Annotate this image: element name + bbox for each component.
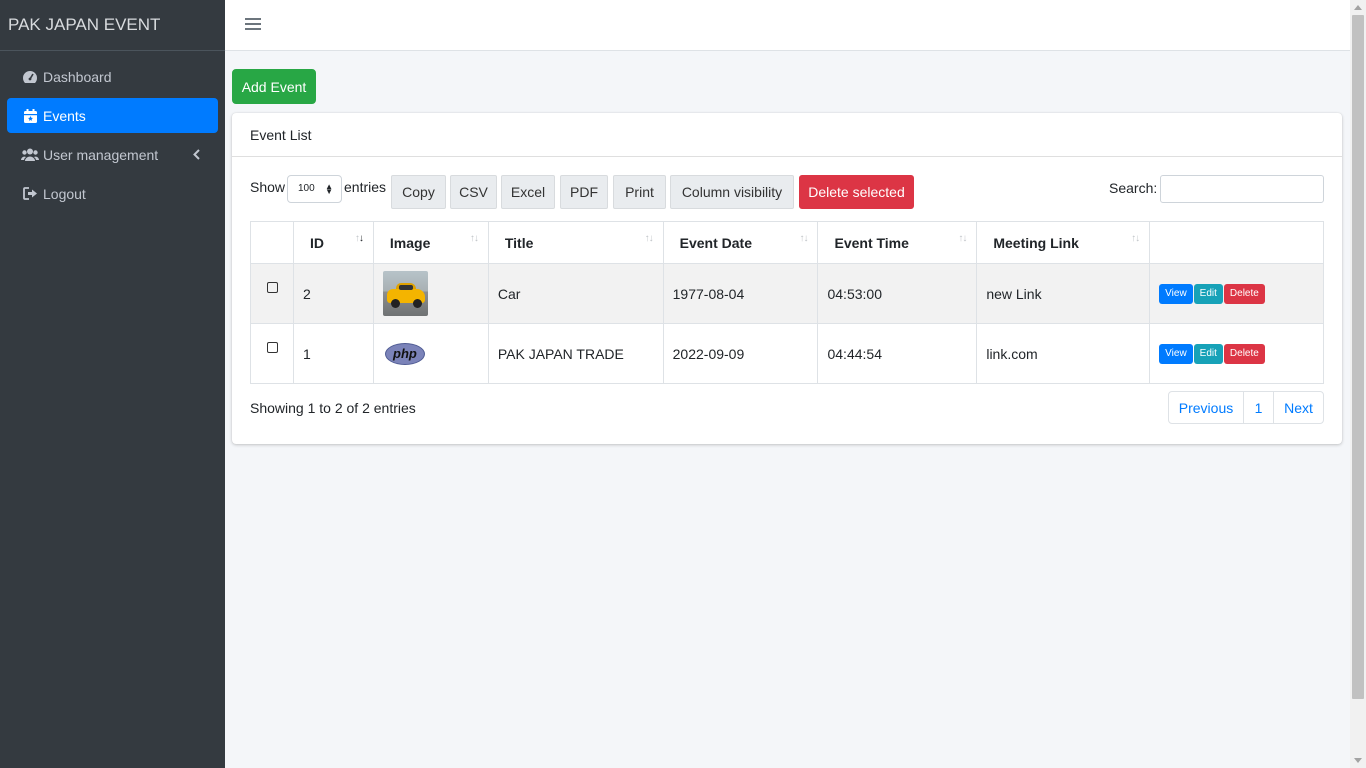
sort-icon[interactable]: ↑↓ [958,233,967,244]
sort-icon[interactable]: ↑↓ [645,233,654,244]
print-button[interactable]: Print [613,175,666,209]
delete-button[interactable]: Delete [1223,283,1265,304]
add-event-button[interactable]: Add Event [232,69,316,104]
sidebar-item-dashboard[interactable]: Dashboard [7,59,218,94]
table-header-row: ID ↑↓ Image ↑↓ Title ↑↓ Event Date ↑↓ Ev… [250,221,1324,264]
sidebar-item-user-management[interactable]: User management [7,137,218,172]
select-column-header [250,221,294,264]
event-list-card: Event List Show 100 ▲ ▼ entries Copy CSV … [232,113,1342,444]
excel-button[interactable]: Excel [501,175,555,209]
pdf-button[interactable]: PDF [560,175,608,209]
event-date-cell: 2022-09-09 [662,323,819,384]
column-header-label: ID [309,234,324,251]
sidebar: PAK JAPAN EVENT Dashboard Events User ma… [0,0,225,768]
events-table: ID ↑↓ Image ↑↓ Title ↑↓ Event Date ↑↓ Ev… [250,221,1324,384]
column-header-meeting-link[interactable]: Meeting Link ↑↓ [976,221,1151,264]
previous-page-button[interactable]: Previous [1169,392,1244,423]
view-button[interactable]: View [1159,283,1193,304]
column-header-image[interactable]: Image ↑↓ [372,221,489,264]
event-date-cell: 1977-08-04 [662,263,819,324]
column-header-id[interactable]: ID ↑↓ [292,221,374,264]
row-select-cell [250,263,294,324]
sidebar-item-label: Dashboard [43,68,112,85]
id-cell: 1 [292,323,374,384]
column-header-label: Title [504,234,534,251]
delete-button[interactable]: Delete [1223,343,1265,364]
page-length-select[interactable]: 100 ▲ ▼ [287,175,342,203]
php-logo: php [384,342,425,365]
car-image [382,271,428,316]
table-row: 2 Car 1977-08-04 04:53:00 new Link View E… [250,263,1324,324]
calendar-icon [21,108,39,124]
edit-button[interactable]: Edit [1193,343,1223,364]
column-header-label: Event Date [679,234,752,251]
copy-button[interactable]: Copy [391,175,446,209]
tachometer-icon [21,69,39,85]
next-page-button[interactable]: Next [1274,392,1323,423]
column-header-event-time[interactable]: Event Time ↑↓ [817,221,978,264]
page-length-value: 100 [298,183,315,194]
brand-title[interactable]: PAK JAPAN EVENT [0,0,225,51]
column-header-label: Event Time [834,234,909,251]
entries-label: entries [344,179,387,195]
users-icon [21,147,39,163]
scroll-up-arrow-icon[interactable] [1354,5,1362,10]
page-1-button[interactable]: 1 [1244,392,1274,423]
event-time-cell: 04:53:00 [817,263,978,324]
sidebar-item-label: Logout [43,185,86,202]
row-checkbox[interactable] [267,342,278,353]
image-cell [372,263,489,324]
row-checkbox[interactable] [267,282,278,293]
select-arrows-icon: ▲ ▼ [325,182,333,196]
table-info: Showing 1 to 2 of 2 entries [250,400,416,416]
sidebar-item-events[interactable]: Events [7,98,218,133]
actions-cell: View Edit Delete [1149,323,1324,384]
column-header-label: Meeting Link [993,234,1079,251]
actions-column-header [1149,221,1324,264]
page-scrollbar[interactable] [1350,0,1366,768]
table-row: 1 php PAK JAPAN TRADE 2022-09-09 04:44:5… [250,323,1324,384]
title-cell: Car [487,263,664,324]
show-label: Show [250,179,286,195]
event-time-cell: 04:44:54 [817,323,978,384]
sidebar-item-label: Events [43,107,86,124]
id-cell: 2 [292,263,374,324]
column-header-event-date[interactable]: Event Date ↑↓ [662,221,819,264]
scroll-down-arrow-icon[interactable] [1354,758,1362,763]
card-title: Event List [232,113,1342,157]
delete-selected-button[interactable]: Delete selected [799,175,914,209]
column-header-label: Image [389,234,431,251]
view-button[interactable]: View [1159,343,1193,364]
sort-icon[interactable]: ↑↓ [470,233,479,244]
search-label: Search: [1109,180,1158,196]
sort-icon[interactable]: ↑↓ [1131,233,1140,244]
sidebar-item-logout[interactable]: Logout [7,176,218,211]
pagination: Previous 1 Next [1168,391,1324,424]
title-cell: PAK JAPAN TRADE [487,323,664,384]
menu-toggle-icon[interactable] [245,15,261,33]
chevron-left-icon [193,147,200,163]
image-cell: php [372,323,489,384]
sidebar-item-label: User management [43,146,159,163]
sidebar-nav: Dashboard Events User management Logout [0,51,225,223]
sort-desc-icon[interactable]: ↑↓ [355,233,364,244]
top-navbar [225,0,1350,51]
column-header-title[interactable]: Title ↑↓ [487,221,664,264]
sign-out-icon [21,186,39,202]
sort-icon[interactable]: ↑↓ [799,233,808,244]
csv-button[interactable]: CSV [450,175,497,209]
meeting-link-cell: link.com [976,323,1151,384]
meeting-link-cell: new Link [976,263,1151,324]
edit-button[interactable]: Edit [1193,283,1223,304]
row-select-cell [250,323,294,384]
actions-cell: View Edit Delete [1149,263,1324,324]
search-input[interactable] [1160,175,1324,203]
column-visibility-button[interactable]: Column visibility [670,175,794,209]
scroll-thumb[interactable] [1352,15,1364,699]
